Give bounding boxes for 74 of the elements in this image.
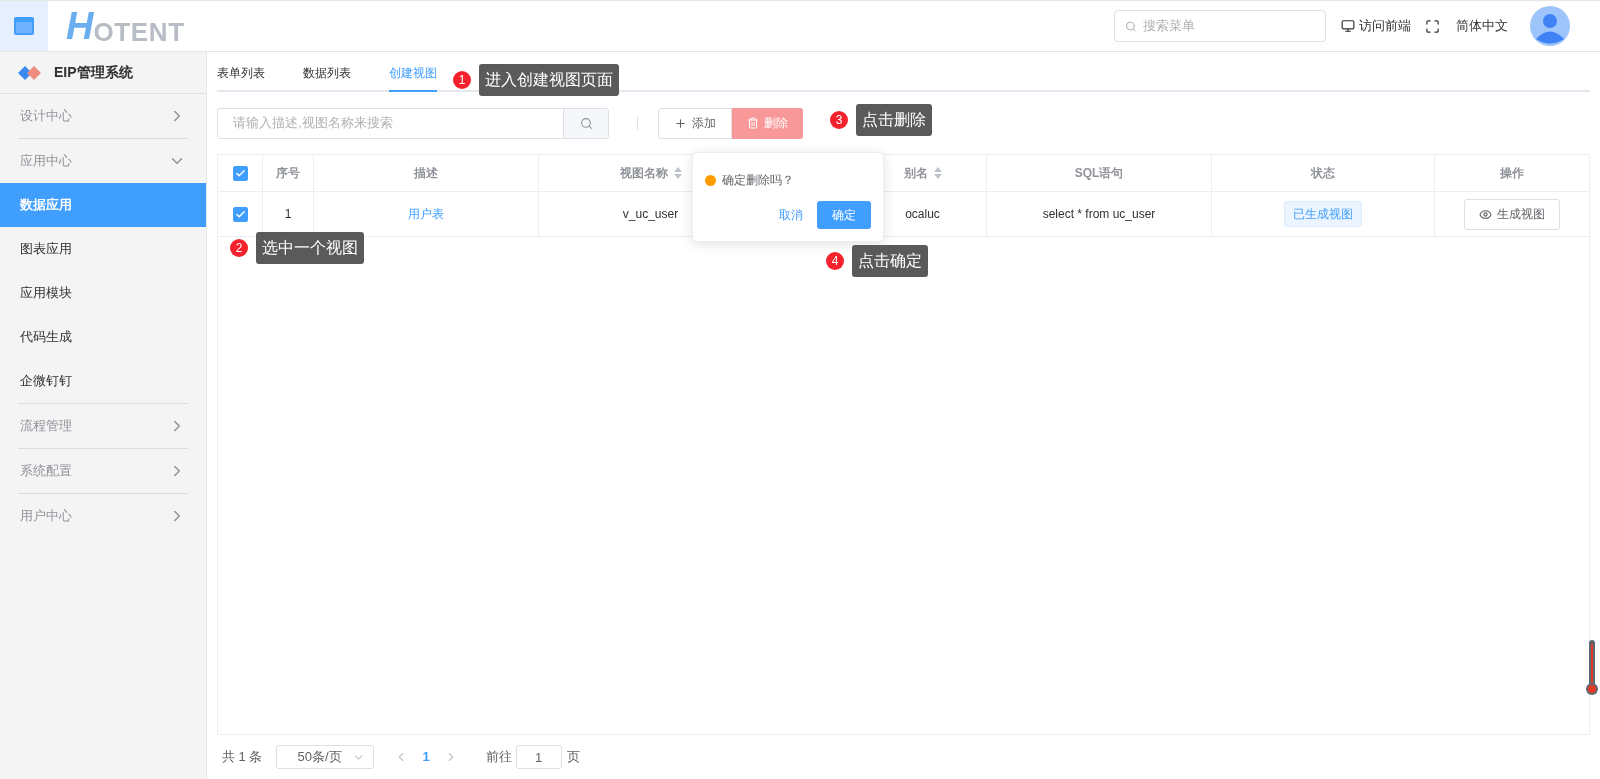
sidebar-item[interactable]: 流程管理 xyxy=(0,404,206,448)
sidebar-item[interactable]: 图表应用 xyxy=(0,227,206,271)
checkbox[interactable] xyxy=(232,165,248,181)
annotation-tooltip: 点击确定 xyxy=(852,245,928,277)
table-cell-text: select * from uc_user xyxy=(1042,206,1156,223)
table-cell-text: 1 xyxy=(284,206,292,223)
column-header: 序号 xyxy=(276,165,300,182)
table-cell-text: v_uc_user xyxy=(622,206,679,223)
checkbox[interactable] xyxy=(232,206,248,222)
diamond-logo-icon xyxy=(18,65,42,80)
description-link[interactable]: 用户表 xyxy=(408,205,444,223)
goto-page-field[interactable]: 1 xyxy=(515,745,562,769)
menu-search-input[interactable]: 搜索菜单 xyxy=(1142,16,1315,36)
warning-icon xyxy=(705,174,716,186)
annotation-tooltip: 进入创建视图页面 xyxy=(479,64,619,96)
sidebar-item[interactable]: 企微钉钉 xyxy=(0,359,206,403)
delete-button[interactable]: 删除 xyxy=(732,107,803,139)
view-search-input[interactable]: 请输入描述,视图名称来搜索 xyxy=(218,108,563,138)
sidebar-item[interactable]: 系统配置 xyxy=(0,449,206,493)
search-icon xyxy=(1125,19,1137,33)
column-header: 状态 xyxy=(1311,165,1335,182)
column-header: 别名 xyxy=(903,165,928,182)
cancel-button[interactable]: 取消 xyxy=(775,206,807,224)
monitor-icon xyxy=(1341,19,1355,33)
sidebar-item[interactable]: 设计中心 xyxy=(0,94,206,138)
search-button[interactable] xyxy=(563,108,608,138)
front-end-link[interactable]: 访问前端 xyxy=(1341,16,1411,36)
eye-icon xyxy=(1479,207,1492,221)
step-number-badge: 3 xyxy=(830,111,848,129)
goto-suffix: 页 xyxy=(566,748,580,767)
step-number-badge: 1 xyxy=(453,71,471,89)
tab[interactable]: 表单列表 xyxy=(217,64,265,92)
page-size-select[interactable]: 50条/页 xyxy=(276,745,375,769)
goto-label: 前往 xyxy=(485,748,512,767)
status-tag: 已生成视图 xyxy=(1284,201,1362,227)
logo: HOTENT xyxy=(66,7,185,45)
sidebar-item[interactable]: 用户中心 xyxy=(0,494,206,538)
fullscreen-icon[interactable] xyxy=(1425,18,1440,34)
annotation-tooltip: 选中一个视图 xyxy=(256,232,364,264)
total-count: 共 1 条 xyxy=(222,748,263,767)
trash-icon xyxy=(747,117,759,129)
column-header: 操作 xyxy=(1500,165,1524,182)
column-header: 视图名称 xyxy=(619,165,668,182)
tab[interactable]: 数据列表 xyxy=(303,64,351,92)
plus-icon xyxy=(674,116,687,130)
window-icon xyxy=(14,17,34,35)
search-icon xyxy=(579,116,593,130)
table-cell-text: ocaluc xyxy=(905,206,940,223)
sidebar-item[interactable]: 代码生成 xyxy=(0,315,206,359)
check-icon xyxy=(234,167,246,179)
sort-icon[interactable] xyxy=(933,167,942,179)
step-number-badge: 2 xyxy=(230,239,248,257)
view-search-field[interactable]: 请输入描述,视图名称来搜索 xyxy=(217,107,609,139)
generate-view-button[interactable]: 生成视图 xyxy=(1464,198,1560,230)
sidebar-item[interactable]: 应用中心 xyxy=(0,139,206,183)
language-label: 简体中文 xyxy=(1456,17,1508,36)
confirm-button[interactable]: 确定 xyxy=(817,201,871,229)
menu-toggle-button[interactable] xyxy=(0,1,48,51)
system-title: EIP管理系统 xyxy=(54,63,133,82)
thermometer-icon xyxy=(1586,640,1598,696)
column-header: SQL语句 xyxy=(1074,165,1124,182)
sidebar-item[interactable]: 应用模块 xyxy=(0,271,206,315)
avatar[interactable] xyxy=(1530,6,1570,46)
tab[interactable]: 创建视图 xyxy=(389,64,437,92)
step-number-badge: 4 xyxy=(826,252,844,270)
page-number[interactable]: 1 xyxy=(422,747,430,767)
sort-icon[interactable] xyxy=(673,167,682,179)
menu-search-field[interactable]: 搜索菜单 xyxy=(1114,10,1326,42)
confirm-message: 确定删除吗？ xyxy=(722,172,794,189)
check-icon xyxy=(234,208,246,220)
sidebar-item[interactable]: 数据应用 xyxy=(0,183,206,227)
add-button[interactable]: 添加 xyxy=(658,107,732,139)
annotation-tooltip: 点击删除 xyxy=(856,104,932,136)
column-header: 描述 xyxy=(414,165,438,182)
